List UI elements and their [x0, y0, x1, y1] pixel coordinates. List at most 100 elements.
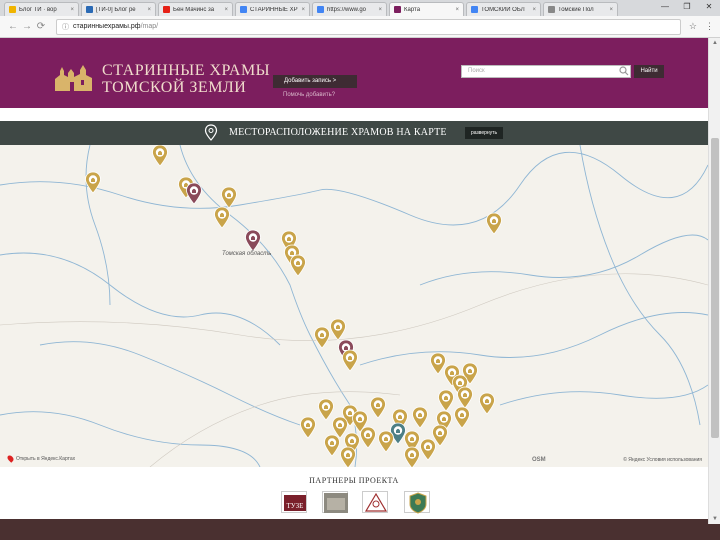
browser-tab[interactable]: [ТИ-0] Блог ре × — [81, 2, 156, 16]
scroll-down-icon[interactable]: ▼ — [709, 514, 720, 524]
map-section-bar: МЕСТОРАСПОЛОЖЕНИЕ ХРАМОВ НА КАРТЕ развер… — [0, 121, 720, 145]
search-button[interactable]: Найти — [634, 65, 664, 78]
search-input[interactable]: Поиск — [461, 65, 631, 78]
church-marker-icon[interactable] — [314, 326, 330, 349]
photo-logo-icon — [324, 493, 348, 513]
page-scrollbar[interactable]: ▲ ▼ — [708, 38, 720, 524]
church-marker-icon[interactable] — [454, 406, 470, 429]
browser-tab[interactable]: https://www.go × — [312, 2, 387, 16]
emblem-logo-icon — [409, 492, 427, 514]
partner-logo-emblem[interactable] — [404, 491, 430, 514]
search-icon[interactable] — [619, 66, 629, 76]
church-marker-icon[interactable] — [330, 318, 346, 341]
address-bar: ← → ⟳ ⓘ старинныехрамы.рф /map/ ☆ ⋮ — [0, 16, 720, 38]
minimize-button[interactable]: — — [654, 0, 676, 14]
tab-favicon-icon — [240, 6, 247, 13]
church-marker-icon[interactable] — [300, 416, 316, 439]
logo-line1: СТАРИННЫЕ ХРАМЫ — [102, 62, 271, 79]
church-marker-icon[interactable] — [214, 206, 230, 229]
partners-section: ПАРТНЕРЫ ПРОЕКТА ТУЗЕ — [0, 467, 708, 519]
partner-logo-tuze[interactable]: ТУЗЕ — [281, 491, 307, 513]
browser-tab[interactable]: Томские Пол × — [543, 2, 618, 16]
browser-tab[interactable]: Блог ТИ · вор × — [4, 2, 79, 16]
tab-favicon-icon — [394, 6, 401, 13]
bookmark-star-icon[interactable]: ☆ — [689, 21, 697, 32]
scroll-up-icon[interactable]: ▲ — [709, 38, 720, 48]
church-marker-icon[interactable] — [340, 446, 356, 467]
tab-title: Карта — [404, 6, 421, 13]
church-marker-icon[interactable] — [404, 446, 420, 467]
tab-favicon-icon — [317, 6, 324, 13]
church-marker-icon[interactable] — [486, 212, 502, 235]
tab-title: [ТИ-0] Блог ре — [96, 6, 136, 13]
church-marker-icon[interactable] — [245, 229, 261, 252]
tuze-logo-icon: ТУЗЕ — [284, 495, 306, 511]
tab-title: ТОМСКИЙ ОБЛ — [481, 6, 525, 13]
forward-icon[interactable]: → — [20, 21, 34, 32]
church-marker-icon[interactable] — [152, 145, 168, 167]
church-marker-icon[interactable] — [324, 434, 340, 457]
city-label: Томская область — [222, 251, 272, 257]
tab-title: Томские Пол — [558, 6, 594, 13]
tab-favicon-icon — [86, 6, 93, 13]
tab-close-icon[interactable]: × — [224, 7, 228, 13]
browser-tab[interactable]: СТАРИННЫЕ ХР × — [235, 2, 310, 16]
back-icon[interactable]: ← — [6, 21, 20, 32]
church-marker-icon[interactable] — [420, 438, 436, 461]
church-marker-icon[interactable] — [370, 396, 386, 419]
church-marker-icon[interactable] — [186, 182, 202, 205]
tab-title: Бен Мачинс за — [173, 6, 215, 13]
tuze-logo-text: ТУЗЕ — [287, 502, 304, 510]
church-marker-icon[interactable] — [378, 430, 394, 453]
church-marker-icon[interactable] — [479, 392, 495, 415]
church-marker-icon[interactable] — [85, 171, 101, 194]
church-marker-icon[interactable] — [221, 186, 237, 209]
church-marker-icon[interactable] — [360, 426, 376, 449]
church-marker-icon[interactable] — [342, 349, 358, 372]
church-map[interactable]: Томская область Открыть в Яндекс.Картах … — [0, 145, 708, 467]
tab-close-icon[interactable]: × — [70, 7, 74, 13]
partner-logo-photo[interactable] — [322, 491, 348, 513]
church-marker-icon[interactable] — [290, 254, 306, 277]
tab-favicon-icon — [163, 6, 170, 13]
tab-close-icon[interactable]: × — [532, 7, 536, 13]
tgasu-logo-icon — [364, 492, 388, 512]
partner-logo-tgasu[interactable] — [362, 491, 388, 513]
scroll-thumb[interactable] — [711, 138, 719, 438]
tab-close-icon[interactable]: × — [455, 7, 459, 13]
reload-icon[interactable]: ⟳ — [34, 21, 48, 32]
tab-title: https://www.go — [327, 6, 367, 13]
menu-icon[interactable]: ⋮ — [705, 21, 714, 32]
site-header: СТАРИННЫЕ ХРАМЫ ТОМСКОЙ ЗЕМЛИ Добавить з… — [0, 38, 720, 108]
church-marker-icon[interactable] — [332, 416, 348, 439]
tab-close-icon[interactable]: × — [301, 7, 305, 13]
add-record-button[interactable]: Добавить запись > — [273, 75, 357, 88]
close-window-button[interactable]: ✕ — [698, 0, 720, 14]
map-logo: OSM — [532, 457, 546, 463]
site-logo-text[interactable]: СТАРИННЫЕ ХРАМЫ ТОМСКОЙ ЗЕМЛИ — [102, 62, 270, 96]
open-in-yandex-link[interactable]: Открыть в Яндекс.Картах — [6, 454, 75, 463]
tab-close-icon[interactable]: × — [378, 7, 382, 13]
church-marker-icon[interactable] — [438, 389, 454, 412]
browser-tab[interactable]: ТОМСКИЙ ОБЛ × — [466, 2, 541, 16]
tab-title: СТАРИННЫЕ ХР — [250, 6, 298, 13]
tab-close-icon[interactable]: × — [609, 7, 613, 13]
expand-map-button[interactable]: развернуть — [465, 127, 503, 139]
maximize-button[interactable]: ❐ — [676, 0, 698, 14]
church-marker-icon[interactable] — [430, 352, 446, 375]
browser-tab-strip: Блог ТИ · вор × [ТИ-0] Блог ре × Бен Мачинс … — [0, 0, 720, 16]
tab-title: Блог ТИ · вор — [19, 6, 57, 13]
tab-close-icon[interactable]: × — [147, 7, 151, 13]
url-input[interactable]: ⓘ старинныехрамы.рф /map/ — [56, 18, 681, 35]
url-path: /map/ — [140, 23, 159, 30]
church-marker-icon[interactable] — [318, 398, 334, 421]
browser-tab[interactable]: Бен Мачинс за × — [158, 2, 233, 16]
tab-favicon-icon — [9, 6, 16, 13]
church-marker-icon[interactable] — [457, 386, 473, 409]
browser-tab[interactable]: Карта × — [389, 2, 464, 16]
footer-bar — [0, 519, 720, 540]
church-marker-icon[interactable] — [412, 406, 428, 429]
partners-title: ПАРТНЕРЫ ПРОЕКТА — [309, 476, 399, 485]
map-attribution[interactable]: © Яндекс Условия использования — [623, 457, 702, 463]
how-to-add-link[interactable]: Помочь добавить? — [283, 92, 335, 98]
